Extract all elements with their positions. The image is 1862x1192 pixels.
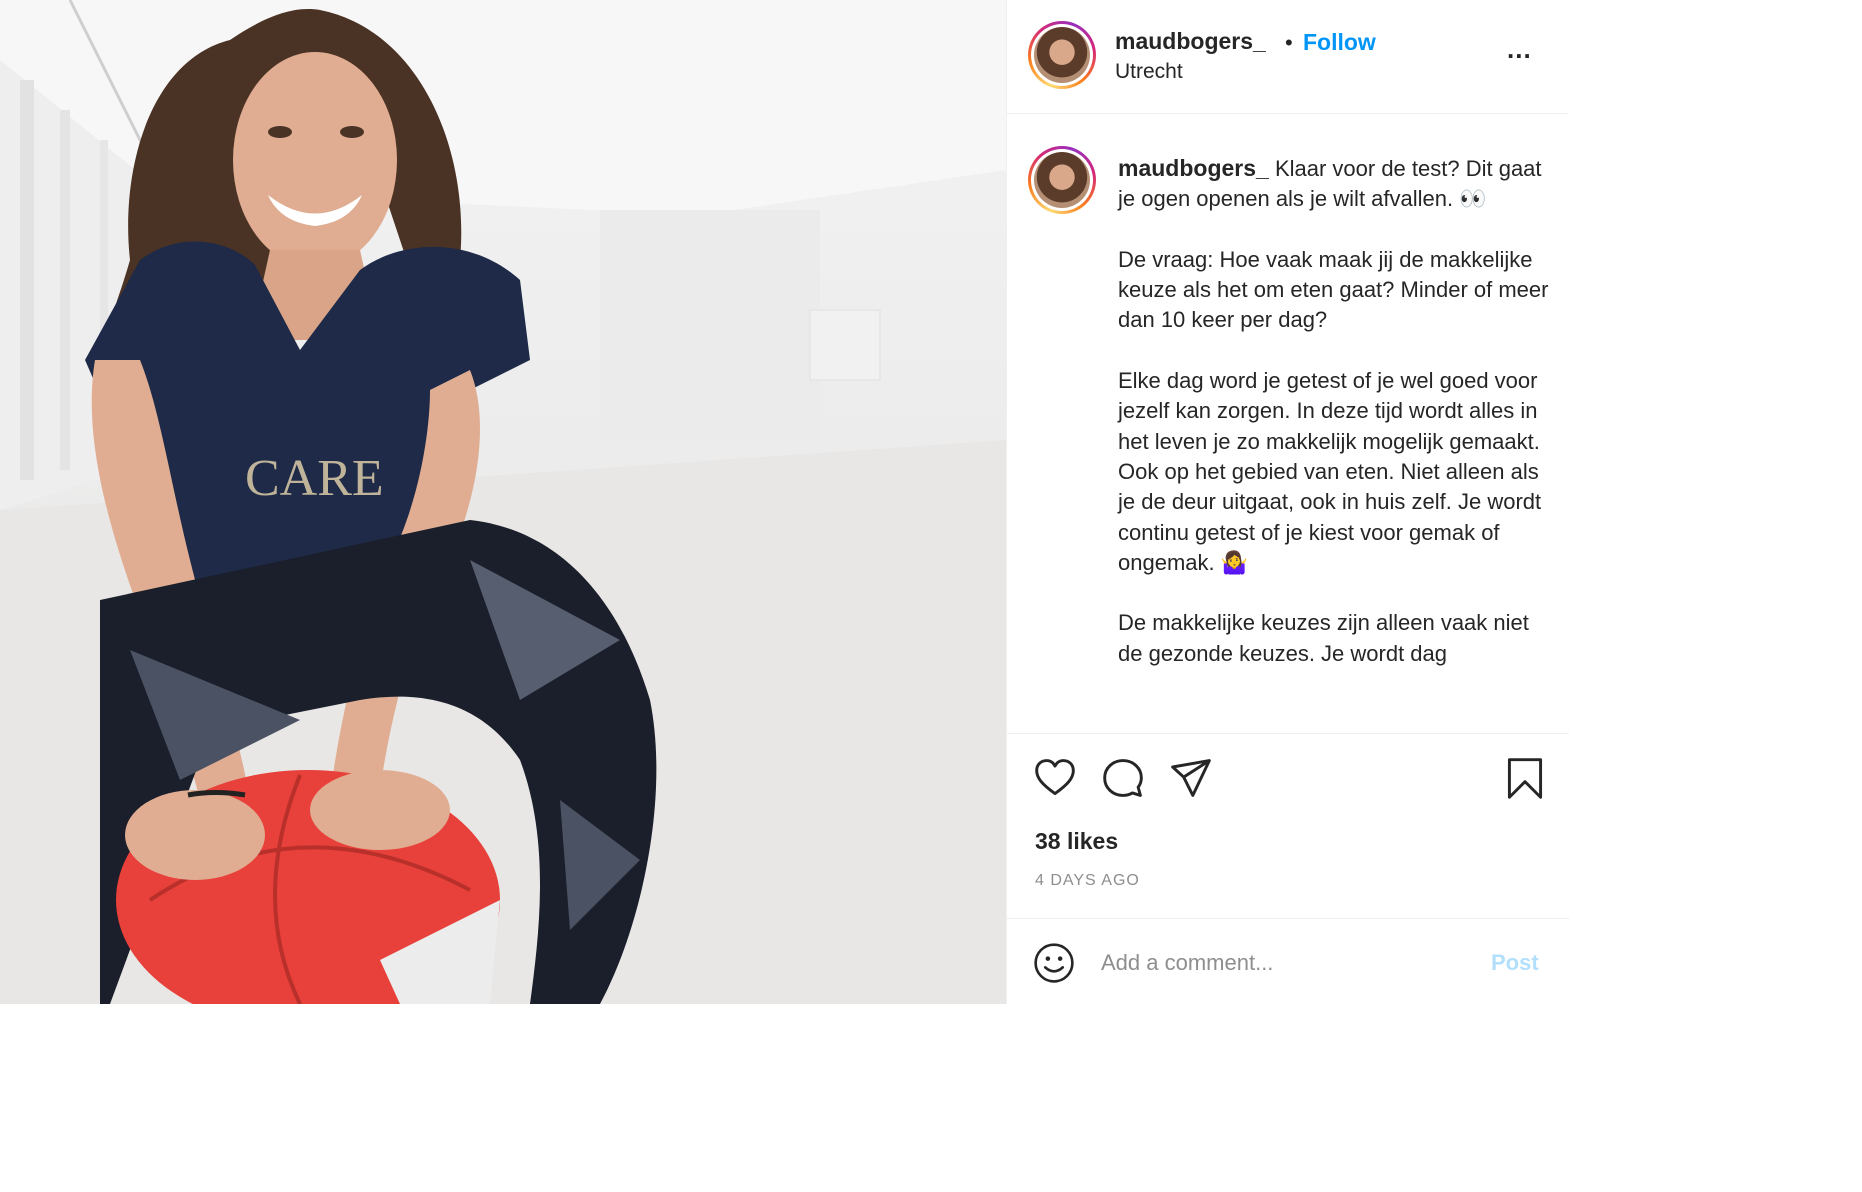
location-link[interactable]: Utrecht <box>1115 60 1183 84</box>
more-options-icon[interactable]: ... <box>1507 34 1532 65</box>
paper-plane-icon[interactable] <box>1169 756 1213 800</box>
post-timestamp[interactable]: 4 DAYS AGO <box>1035 872 1140 890</box>
post-photo[interactable]: CARE <box>0 0 1006 1004</box>
instagram-post: CARE maudbogers_ • Follow Utrecht ... ma… <box>0 0 1569 1004</box>
avatar-photo <box>1034 27 1090 83</box>
photo-illustration: CARE <box>0 0 1006 1004</box>
caption: maudbogers_ Klaar voor de test? Dit gaat… <box>1118 153 1556 669</box>
caption-avatar-photo <box>1034 152 1090 208</box>
shirt-text: CARE <box>245 450 384 507</box>
post-comment-button[interactable]: Post <box>1491 950 1539 976</box>
caption-text: Klaar voor de test? Dit gaat je ogen ope… <box>1118 156 1549 666</box>
comment-bar: Post <box>1007 920 1569 1004</box>
post-side-panel: maudbogers_ • Follow Utrecht ... maudbog… <box>1006 0 1569 1004</box>
separator-dot: • <box>1285 30 1293 55</box>
likes-count[interactable]: 38 likes <box>1035 828 1118 855</box>
heart-icon[interactable] <box>1033 756 1077 800</box>
caption-avatar[interactable] <box>1028 146 1096 214</box>
action-section: 38 likes 4 DAYS AGO <box>1007 733 1569 919</box>
bookmark-icon[interactable] <box>1503 756 1547 800</box>
comment-input[interactable] <box>1101 942 1471 984</box>
caption-username-link[interactable]: maudbogers_ <box>1118 155 1269 181</box>
follow-button[interactable]: Follow <box>1303 29 1376 56</box>
username-link[interactable]: maudbogers_ <box>1115 28 1266 55</box>
post-header: maudbogers_ • Follow Utrecht ... <box>1007 0 1568 114</box>
avatar[interactable] <box>1028 21 1096 89</box>
caption-area[interactable]: maudbogers_ Klaar voor de test? Dit gaat… <box>1007 115 1569 732</box>
comment-bubble-icon[interactable] <box>1101 756 1145 800</box>
smiley-icon[interactable] <box>1033 942 1075 984</box>
